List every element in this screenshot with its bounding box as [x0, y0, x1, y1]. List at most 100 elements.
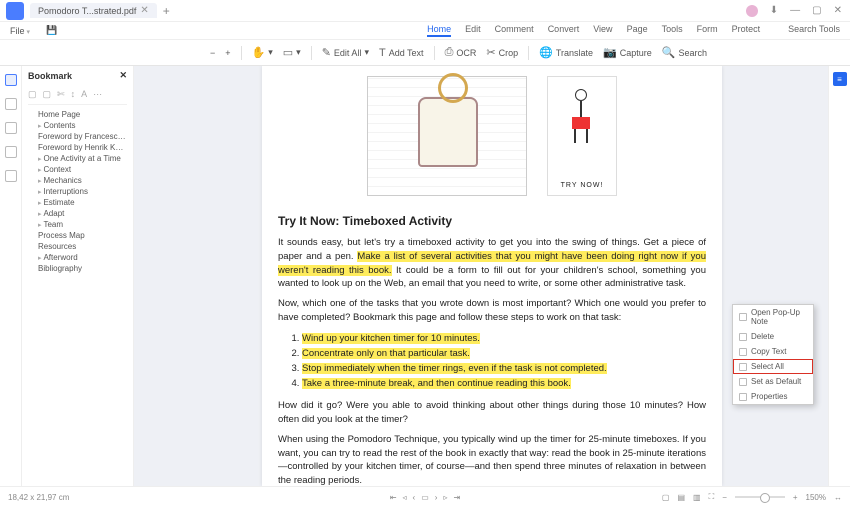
- close-window-button[interactable]: ✕: [834, 5, 842, 17]
- context-item-label: Select All: [751, 362, 784, 371]
- zoom-out-status[interactable]: −: [722, 493, 727, 502]
- nav-last-icon[interactable]: ⇥: [453, 493, 460, 502]
- view-continuous-icon[interactable]: ▤: [677, 493, 685, 502]
- tab-close-icon[interactable]: ✕: [140, 5, 148, 16]
- nav-first-icon[interactable]: ⇤: [390, 493, 397, 502]
- figure-notebook: [367, 76, 527, 196]
- maximize-button[interactable]: ▢: [812, 5, 821, 17]
- tab-tools[interactable]: Tools: [662, 24, 683, 37]
- tab-form[interactable]: Form: [697, 24, 718, 37]
- context-menu-item[interactable]: Set as Default: [733, 374, 813, 389]
- bm-folder-icon[interactable]: ▢: [43, 89, 52, 100]
- view-facing-icon[interactable]: ▥: [693, 493, 701, 502]
- file-menu[interactable]: File: [10, 26, 30, 36]
- page-figure: TRY NOW!: [278, 66, 706, 206]
- capture-button[interactable]: 📷Capture: [603, 46, 652, 59]
- zoom-in-button[interactable]: +: [225, 48, 230, 58]
- context-menu-item[interactable]: Properties: [733, 389, 813, 404]
- minimize-button[interactable]: —: [790, 5, 800, 17]
- attachments-rail-icon[interactable]: [5, 122, 17, 134]
- edit-all-button[interactable]: ✎Edit All ▾: [322, 46, 369, 59]
- ocr-icon: ⎙: [445, 46, 454, 59]
- fullscreen-icon[interactable]: ⛶: [709, 492, 715, 502]
- bm-add-icon[interactable]: ▢: [28, 89, 37, 100]
- highlight-step-3[interactable]: Stop immediately when the timer rings, e…: [302, 363, 607, 374]
- crop-icon: ✂: [486, 46, 495, 59]
- tab-convert[interactable]: Convert: [548, 24, 580, 37]
- document-tab[interactable]: Pomodoro T...strated.pdf ✕: [30, 3, 157, 18]
- context-item-icon: [739, 333, 747, 341]
- context-item-label: Open Pop-Up Note: [751, 308, 807, 326]
- bookmark-item[interactable]: Resources: [28, 241, 127, 252]
- nav-page-input[interactable]: ▭: [421, 493, 429, 502]
- tab-view[interactable]: View: [593, 24, 612, 37]
- select-tool[interactable]: ▭▾: [283, 46, 301, 59]
- crop-button[interactable]: ✂Crop: [486, 46, 518, 59]
- nav-prev-icon[interactable]: ◃: [403, 493, 407, 502]
- left-rail: [0, 66, 22, 486]
- bm-delete-icon[interactable]: A: [81, 89, 87, 100]
- new-tab-button[interactable]: +: [163, 4, 170, 18]
- ribbon-tabs: Home Edit Comment Convert View Page Tool…: [427, 24, 840, 37]
- add-text-button[interactable]: TAdd Text: [379, 47, 424, 59]
- tab-page[interactable]: Page: [627, 24, 648, 37]
- bookmark-item[interactable]: Team: [28, 219, 127, 230]
- search-button[interactable]: 🔍Search: [662, 46, 707, 59]
- document-viewport[interactable]: TRY NOW! Try It Now: Timeboxed Activity …: [134, 66, 850, 486]
- highlight-step-4[interactable]: Take a three-minute break, and then cont…: [302, 378, 571, 389]
- nav-next-icon[interactable]: ▹: [443, 493, 447, 502]
- fit-width-icon[interactable]: ↔: [834, 493, 842, 502]
- bookmark-close-icon[interactable]: ✕: [119, 70, 127, 81]
- bookmark-item[interactable]: Interruptions: [28, 186, 127, 197]
- tab-comment[interactable]: Comment: [495, 24, 534, 37]
- bookmark-item[interactable]: Contents: [28, 120, 127, 131]
- text-icon: T: [379, 47, 386, 59]
- translate-button[interactable]: 🌐Translate: [539, 46, 593, 59]
- save-icon[interactable]: 💾: [46, 25, 57, 36]
- tab-edit[interactable]: Edit: [465, 24, 481, 37]
- download-icon[interactable]: ⬇: [770, 5, 778, 17]
- bookmark-item[interactable]: Home Page: [28, 109, 127, 120]
- bookmark-item[interactable]: Estimate: [28, 197, 127, 208]
- hand-tool[interactable]: ✋▾: [252, 46, 273, 59]
- zoom-in-status[interactable]: +: [793, 493, 798, 502]
- tab-protect[interactable]: Protect: [732, 24, 761, 37]
- bm-expand-icon[interactable]: ↕: [71, 89, 76, 100]
- bookmark-item[interactable]: Afterword: [28, 252, 127, 263]
- context-menu-item[interactable]: Copy Text: [733, 344, 813, 359]
- bookmark-item[interactable]: Process Map: [28, 230, 127, 241]
- bookmark-item[interactable]: Foreword by Francesco Cirillo: [28, 131, 127, 142]
- bookmark-item[interactable]: Mechanics: [28, 175, 127, 186]
- context-menu-item[interactable]: Open Pop-Up Note: [733, 305, 813, 329]
- bm-cut-icon[interactable]: ✄: [57, 89, 65, 100]
- highlight-step-1[interactable]: Wind up your kitchen timer for 10 minute…: [302, 333, 480, 344]
- comments-rail-icon[interactable]: [5, 146, 17, 158]
- highlight-step-2[interactable]: Concentrate only on that particular task…: [302, 348, 470, 359]
- user-avatar-icon[interactable]: [746, 5, 758, 17]
- view-single-icon[interactable]: ▢: [662, 493, 670, 502]
- context-menu-item[interactable]: Delete: [733, 329, 813, 344]
- zoom-value[interactable]: 150%: [806, 493, 826, 502]
- zoom-out-button[interactable]: −: [210, 48, 215, 58]
- bookmark-rail-icon[interactable]: [5, 74, 17, 86]
- bookmark-item[interactable]: Bibliography: [28, 263, 127, 274]
- page-heading: Try It Now: Timeboxed Activity: [278, 214, 706, 228]
- nav-down-icon[interactable]: ›: [435, 493, 438, 502]
- paragraph-2: Now, which one of the tasks that you wro…: [278, 297, 706, 325]
- bookmark-item[interactable]: One Activity at a Time: [28, 153, 127, 164]
- bookmark-item[interactable]: Context: [28, 164, 127, 175]
- paragraph-3: How did it go? Were you able to avoid th…: [278, 399, 706, 427]
- thumbnails-rail-icon[interactable]: [5, 98, 17, 110]
- bookmark-item[interactable]: Adapt: [28, 208, 127, 219]
- search-tools[interactable]: Search Tools: [788, 24, 840, 37]
- zoom-slider[interactable]: [735, 496, 785, 498]
- bookmark-item[interactable]: Foreword by Henrik Kniberg: [28, 142, 127, 153]
- tab-home[interactable]: Home: [427, 24, 451, 37]
- app-icon[interactable]: [6, 2, 24, 20]
- right-rail-icon[interactable]: ≡: [833, 72, 847, 86]
- ocr-button[interactable]: ⎙OCR: [445, 46, 477, 59]
- context-menu-item[interactable]: Select All: [733, 359, 813, 374]
- nav-up-icon[interactable]: ‹: [413, 493, 416, 502]
- bm-more-icon[interactable]: ⋯: [93, 89, 102, 100]
- search-rail-icon[interactable]: [5, 170, 17, 182]
